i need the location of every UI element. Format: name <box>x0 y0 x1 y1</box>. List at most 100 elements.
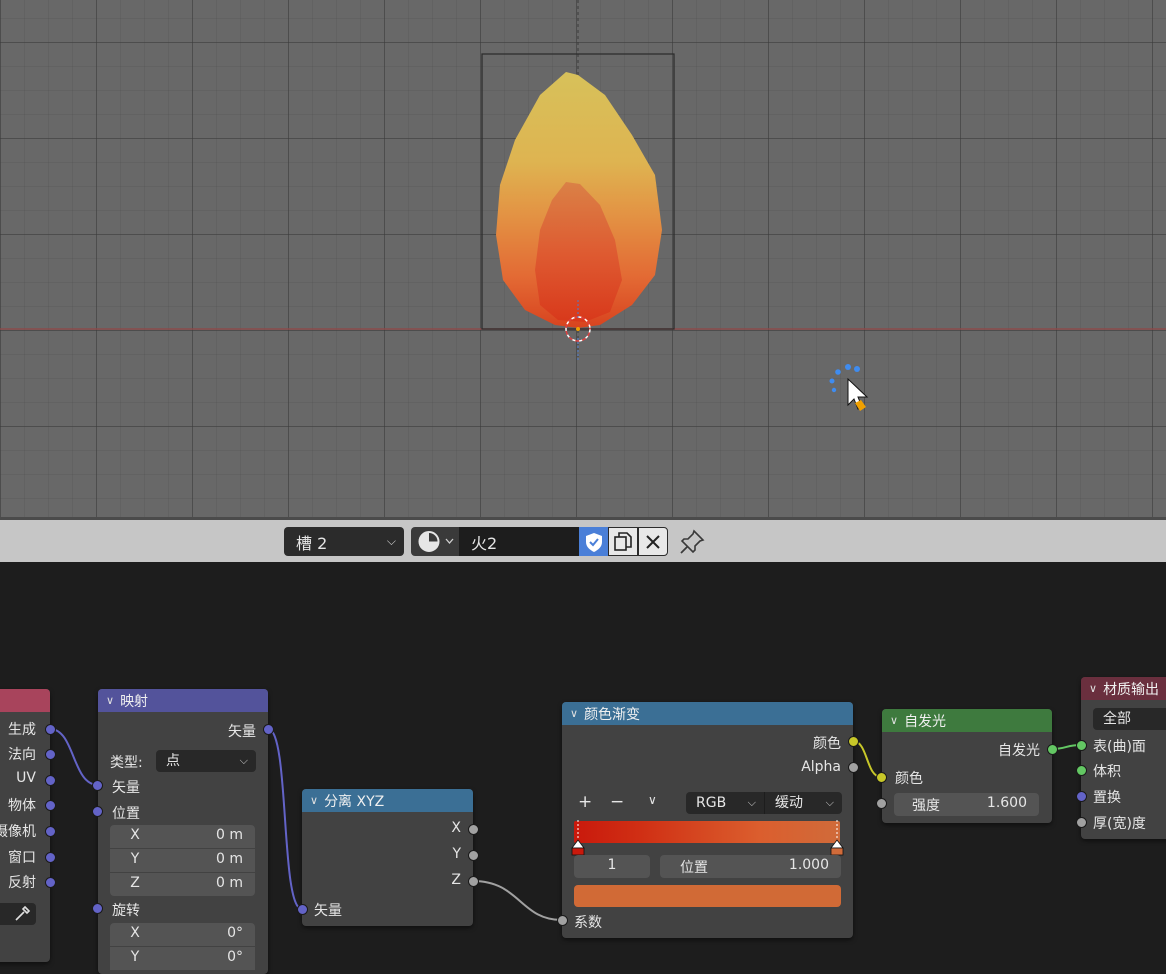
input-label: 矢量 <box>314 903 342 919</box>
output-label: Z <box>451 872 461 888</box>
socket-emission-color-in[interactable] <box>876 772 887 783</box>
socket-generated[interactable] <box>45 724 56 735</box>
socket-alpha-out[interactable] <box>848 762 859 773</box>
socket-emission-out[interactable] <box>1047 744 1058 755</box>
input-label: 位置 <box>112 806 140 822</box>
unlink-material-button[interactable] <box>638 527 668 556</box>
node-header[interactable] <box>0 689 50 712</box>
close-icon <box>646 534 660 549</box>
rotation-y-field[interactable]: Y 0° <box>110 947 255 970</box>
socket-camera[interactable] <box>45 826 56 837</box>
node-header[interactable]: ∨ 分离 XYZ <box>302 789 473 812</box>
chevron-down-icon: ⌵ <box>825 796 834 809</box>
3d-viewport[interactable] <box>0 0 1166 517</box>
axis-value: 0° <box>227 949 243 965</box>
node-header[interactable]: ∨ 颜色渐变 <box>562 702 853 725</box>
chevron-down-icon[interactable]: ∨ <box>570 707 578 720</box>
socket-mapping-vector-out[interactable] <box>263 724 274 735</box>
interpolation-dropdown[interactable]: 缓动 ⌵ <box>764 792 842 814</box>
output-label: 自发光 <box>998 743 1040 759</box>
node-header[interactable]: ∨ 映射 <box>98 689 268 712</box>
output-label: 法向 <box>8 747 36 763</box>
type-value: 点 <box>166 753 180 769</box>
socket-window[interactable] <box>45 852 56 863</box>
link-z-to-fac <box>472 880 563 921</box>
slot-dropdown[interactable]: 槽 2 ⌵ <box>284 527 404 556</box>
separate-xyz-node[interactable]: ∨ 分离 XYZ X Y Z 矢量 <box>302 789 473 926</box>
socket-color-out[interactable] <box>848 736 859 747</box>
socket-mapping-location-in[interactable] <box>92 806 103 817</box>
stop-color-swatch[interactable] <box>574 885 841 907</box>
socket-x-out[interactable] <box>468 824 479 835</box>
input-label: 置换 <box>1093 790 1121 806</box>
socket-y-out[interactable] <box>468 850 479 861</box>
remove-stop-button[interactable]: − <box>610 792 624 812</box>
link-generated-to-mapping <box>49 728 99 786</box>
output-label: Y <box>452 846 461 862</box>
chevron-down-icon[interactable]: ∨ <box>1089 682 1097 695</box>
input-label: 颜色 <box>895 771 923 787</box>
chevron-down-icon[interactable]: ∨ <box>310 794 318 807</box>
axis-label: Z <box>130 875 140 891</box>
node-header[interactable]: ∨ 自发光 <box>882 709 1052 732</box>
node-header[interactable]: ∨ 材质输出 <box>1081 677 1166 700</box>
chevron-down-icon[interactable]: ∨ <box>648 793 657 807</box>
color-mode-value: RGB <box>696 795 727 811</box>
type-dropdown[interactable]: 点 ⌵ <box>156 750 256 772</box>
socket-thickness-in[interactable] <box>1076 817 1087 828</box>
color-ramp-node[interactable]: ∨ 颜色渐变 颜色 Alpha + − ∨ RGB ⌵ 缓动 ⌵ 1 位置 1.… <box>562 702 853 938</box>
strength-label: 强度 <box>912 798 940 814</box>
socket-normal[interactable] <box>45 749 56 760</box>
chevron-down-icon[interactable]: ∨ <box>106 694 114 707</box>
node-editor[interactable]: 生成 法向 UV 物体 摄像机 窗口 反射 ∨ 映射 矢量 类型: 点 ⌵ 矢量… <box>0 562 1166 974</box>
chevron-down-icon[interactable]: ∨ <box>890 714 898 727</box>
color-mode-dropdown[interactable]: RGB ⌵ <box>686 792 764 814</box>
slot-label: 槽 2 <box>296 533 328 553</box>
texture-coordinate-node[interactable]: 生成 法向 UV 物体 摄像机 窗口 反射 <box>0 689 50 962</box>
socket-uv[interactable] <box>45 775 56 786</box>
location-x-field[interactable]: X 0 m <box>110 825 255 848</box>
socket-mapping-rotation-in[interactable] <box>92 903 103 914</box>
socket-separate-vector-in[interactable] <box>297 904 308 915</box>
socket-surface-in[interactable] <box>1076 740 1087 751</box>
mapping-node[interactable]: ∨ 映射 矢量 类型: 点 ⌵ 矢量 位置 X 0 m Y 0 m Z 0 m … <box>98 689 268 974</box>
axis-value: 0° <box>227 925 243 941</box>
target-value: 全部 <box>1103 711 1131 727</box>
viewport-canvas <box>0 0 1166 411</box>
emission-node[interactable]: ∨ 自发光 自发光 颜色 强度 1.600 <box>882 709 1052 823</box>
material-name: 火2 <box>471 533 498 553</box>
socket-fac-in[interactable] <box>557 915 568 926</box>
rotation-x-field[interactable]: X 0° <box>110 923 255 946</box>
socket-displacement-in[interactable] <box>1076 791 1087 802</box>
socket-volume-in[interactable] <box>1076 765 1087 776</box>
strength-value: 1.600 <box>986 795 1027 811</box>
stop-position-field[interactable]: 位置 1.000 <box>660 855 841 878</box>
fake-user-toggle[interactable] <box>579 527 608 556</box>
object-picker[interactable] <box>0 903 36 925</box>
socket-mapping-vector-in[interactable] <box>92 780 103 791</box>
socket-reflection[interactable] <box>45 877 56 888</box>
material-browse-button[interactable] <box>411 527 459 556</box>
location-z-field[interactable]: Z 0 m <box>110 873 255 896</box>
duplicate-material-button[interactable] <box>608 527 638 556</box>
socket-object[interactable] <box>45 800 56 811</box>
strength-field[interactable]: 强度 1.600 <box>894 793 1039 816</box>
copy-icon <box>614 531 632 551</box>
target-dropdown[interactable]: 全部 <box>1093 708 1166 730</box>
socket-z-out[interactable] <box>468 876 479 887</box>
output-label: UV <box>16 770 36 786</box>
link-mapping-to-separate <box>267 728 303 910</box>
input-label: 旋转 <box>112 903 140 919</box>
location-y-field[interactable]: Y 0 m <box>110 849 255 872</box>
pin-icon <box>680 529 705 554</box>
pin-button[interactable] <box>678 528 706 556</box>
material-name-field[interactable]: 火2 <box>459 527 579 556</box>
axis-value: 0 m <box>216 851 243 867</box>
add-stop-button[interactable]: + <box>578 792 592 812</box>
stop-index-field[interactable]: 1 <box>574 855 650 878</box>
input-label: 厚(宽)度 <box>1093 816 1146 832</box>
socket-strength-in[interactable] <box>876 798 887 809</box>
material-output-node[interactable]: ∨ 材质输出 全部 表(曲)面 体积 置换 厚(宽)度 <box>1081 677 1166 839</box>
axis-label: X <box>130 925 140 941</box>
stop-marker-icon <box>830 839 844 849</box>
